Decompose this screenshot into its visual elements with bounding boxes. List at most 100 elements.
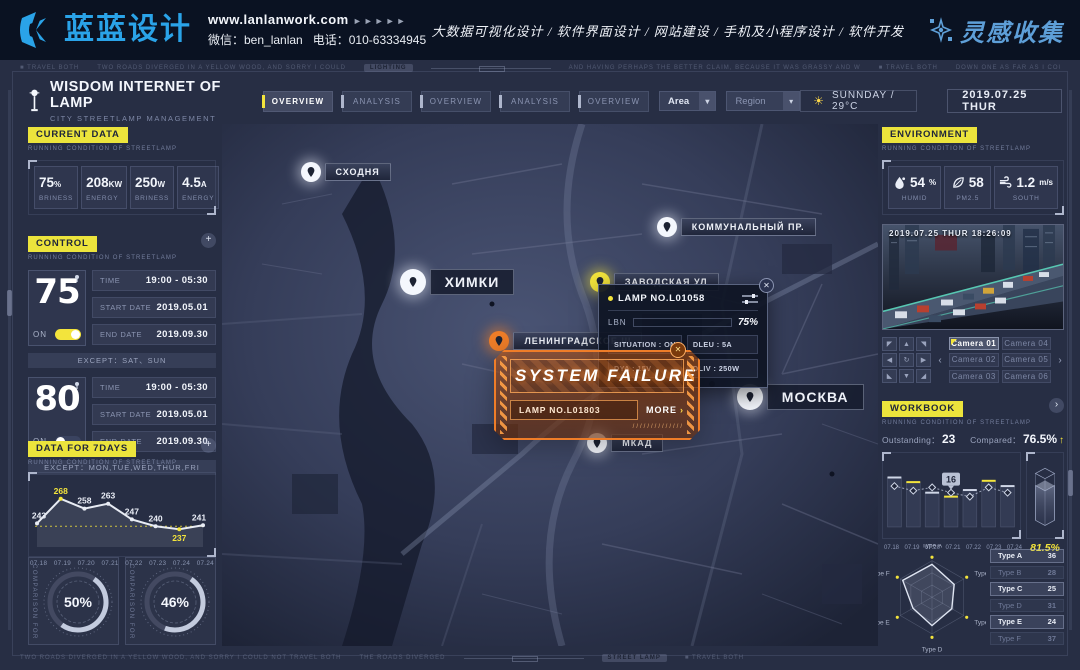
brightness-bar[interactable] [633,318,732,327]
camera-select-button-4[interactable]: Camera 04 [1002,337,1052,350]
map-canvas[interactable]: СХОДНЯКОММУНАЛЬНЫЙ ПР.ХИМКИЗАВОДСКАЯ УЛЛ… [222,124,878,646]
tab-overview-0[interactable]: OVERVIEW [263,91,333,112]
line-chart-frame: 243268258263247240237241 [28,472,216,557]
workbook-stats: Outstanding： 23 Compared： 76.5% ↑ [882,432,1064,446]
panel-head: ENVIRONMENT RUNNING CONDITION OF STREETL… [882,124,1064,152]
panel-subtitle: RUNNING CONDITION OF STREETLAMP [28,460,177,466]
close-icon[interactable]: ✕ [759,278,774,293]
camera-select-button-3[interactable]: Camera 03 [949,370,999,383]
tab-active-marker [341,95,344,108]
type-row-type-b[interactable]: Type B28 [990,566,1064,580]
weather-text: SUNNDAY / 29°C [832,90,904,112]
close-icon[interactable]: ✕ [670,342,686,358]
schedule-row-1[interactable]: START DATE 2019.05.01 [92,404,216,425]
panel-title-badge: CONTROL [28,236,97,252]
stat-box-energy-1: 208KWENERGY [81,166,127,209]
chevron-down-icon: ▾ [783,92,799,110]
camera-select-button-2[interactable]: Camera 02 [949,353,999,366]
lanlan-logo-icon [16,10,56,50]
pin-dot [301,162,321,182]
type-value: 24 [1048,617,1056,626]
tab-overview-4[interactable]: OVERVIEW [579,91,649,112]
deco-text: TWO ROADS DIVERGED IN A YELLOW WOOD, AND… [20,655,342,661]
site-url[interactable]: www.lanlanwork.com ►►►►► [208,12,426,27]
camera-feed[interactable]: 2019.07.25 THUR 18:26:09 [882,224,1064,330]
camera-pan-up-button[interactable]: ▲ [899,337,914,351]
type-value: 37 [1048,634,1056,643]
outstanding-value: 23 [942,432,955,446]
map-pin-1[interactable]: КОММУНАЛЬНЫЙ ПР. [657,217,816,237]
type-value: 36 [1048,551,1056,560]
schedule-row-0[interactable]: TIME19:00 - 05:30 [92,270,216,291]
left-scroll-rail[interactable] [8,90,11,630]
schedule-row-label: START DATE [100,410,151,419]
contact-block: www.lanlanwork.com ►►►►► 微信：ben_lanlan 电… [208,12,426,48]
expand-chart-button[interactable]: + [201,438,216,453]
camera-select-button-5[interactable]: Camera 05 [1002,353,1052,366]
camera-refresh-button[interactable]: ↻ [899,353,914,367]
camera-select-button-1[interactable]: Camera 01 [949,337,999,350]
type-value: 25 [1048,584,1056,593]
type-row-type-c[interactable]: Type C25 [990,582,1064,596]
camera-pan-down-right-button[interactable]: ◢ [916,369,931,383]
schedule-row-0[interactable]: TIME19:00 - 05:30 [92,377,216,398]
schedule-row-value: 2019.05.01 [156,409,208,420]
type-row-type-a[interactable]: Type A36 [990,549,1064,563]
camera-pan-up-left-button[interactable]: ◤ [882,337,897,351]
svg-text:16: 16 [946,475,956,485]
stat-box-humid-0: 54%HUMID [888,166,941,209]
camera-select-button-6[interactable]: Camera 06 [1002,370,1052,383]
type-list: Type A36 Type B28 Type C25 Type D31 Type E24… [990,549,1064,645]
logo[interactable]: 蓝蓝设计 [16,10,192,50]
date-widget[interactable]: 2019.07.25 THUR [947,89,1062,113]
camera-pan-down-left-button[interactable]: ◣ [882,369,897,383]
stat-label: PM2.5 [956,195,979,202]
bar-chart: 16 [885,455,1017,531]
camera-panel: 2019.07.25 THUR 18:26:09 ◤▲◥ ◀↻▶ ◣▼◢ ‹ Cam… [882,224,1064,383]
leaf-icon [952,176,965,189]
type-row-type-f[interactable]: Type F37 [990,632,1064,646]
panel-title-badge: ENVIRONMENT [882,127,977,143]
scroll-thumb[interactable] [1068,470,1073,496]
radar-chart-wrap: Type AType BType CType DType EType F [878,544,986,654]
sliders-icon[interactable] [742,294,758,304]
scroll-thumb[interactable] [7,290,12,316]
gauge-ring: 46% [136,563,214,641]
type-row-type-e[interactable]: Type E24 [990,615,1064,629]
more-button[interactable]: MORE› [646,405,684,415]
schedule-row-value: 2019.09.30 [156,329,208,340]
panel-title-badge: DATA FOR 7DAYS [28,441,136,457]
schedule-row-2[interactable]: END DATE2019.09.30 [92,324,216,345]
area-select[interactable]: Area ▾ [659,91,716,111]
camera-pan-up-right-button[interactable]: ◥ [916,337,931,351]
svg-text:Type A: Type A [922,544,943,550]
right-scroll-rail[interactable] [1069,90,1072,630]
current-stats-row: 75%BRINESS208KWENERGY250WBRINESS4.5AENER… [34,166,210,209]
tab-overview-2[interactable]: OVERVIEW [421,91,491,112]
comparison-gauges: COMPARISON FOR50%COMPARISON FOR46% [28,557,216,645]
map-pin-0[interactable]: СХОДНЯ [301,162,391,182]
power-toggle[interactable] [55,329,81,340]
panel-title-badge: CURRENT DATA [28,127,128,143]
schedule-row-1[interactable]: START DATE2019.05.01 [92,297,216,318]
type-row-type-d[interactable]: Type D31 [990,599,1064,613]
add-schedule-button[interactable]: + [201,233,216,248]
camera-list-prev-button[interactable]: ‹ [936,337,944,383]
camera-pan-right-button[interactable]: ▶ [916,353,931,367]
tab-analysis-3[interactable]: ANALYSIS [500,91,570,112]
site-header: 蓝蓝设计 www.lanlanwork.com ►►►►► 微信：ben_lan… [0,0,1080,60]
workbook-next-button[interactable]: › [1049,398,1064,413]
weather-widget: ☀ SUNNDAY / 29°C [800,90,917,112]
camera-list-next-button[interactable]: › [1056,337,1064,383]
stat-unit: % [54,180,61,189]
outstanding-label: Outstanding： [882,434,940,446]
camera-pan-down-button[interactable]: ▼ [899,369,914,383]
inspiration-brand[interactable]: 灵感收集 [928,13,1064,48]
svg-text:237: 237 [172,533,186,543]
region-select[interactable]: Region ▾ [726,91,800,111]
map-pin-5[interactable]: МОСКВА [737,384,864,410]
map-pin-2[interactable]: ХИМКИ [400,269,515,295]
tab-analysis-1[interactable]: ANALYSIS [342,91,412,112]
camera-pan-left-button[interactable]: ◀ [882,353,897,367]
lamp-icon [73,274,81,282]
